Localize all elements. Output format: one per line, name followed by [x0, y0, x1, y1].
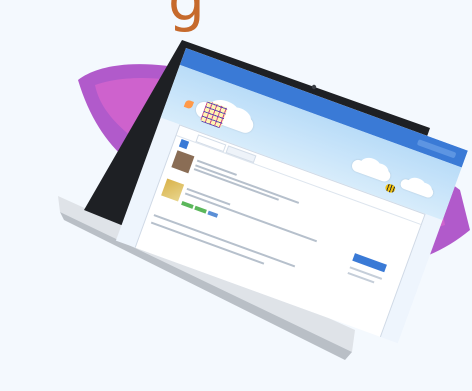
like-button[interactable]: [181, 201, 194, 209]
butterfly-icon: [183, 99, 195, 110]
avatar: [171, 150, 195, 174]
toolbar-button[interactable]: [178, 138, 190, 150]
cloud: [350, 158, 393, 184]
reply-button[interactable]: [194, 205, 207, 214]
share-button[interactable]: [207, 210, 219, 218]
cloud: [399, 177, 435, 199]
webcam-icon: [311, 84, 317, 90]
avatar: [161, 178, 185, 202]
bee-icon: [384, 182, 397, 194]
